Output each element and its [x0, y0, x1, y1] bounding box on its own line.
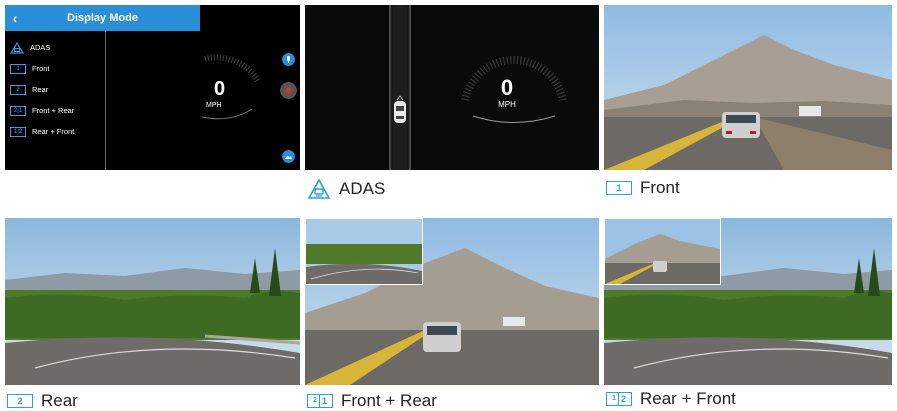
rear-front-mode-icon: 12 — [606, 392, 632, 406]
back-chevron-icon[interactable]: ‹ — [5, 10, 25, 26]
rear-mode-icon: 2 — [7, 394, 33, 408]
front-view-image — [604, 5, 892, 170]
caption-front-label: Front — [640, 178, 680, 197]
display-mode-header: ‹ Display Mode — [5, 5, 200, 31]
menu-divider — [105, 31, 106, 170]
menu-item-label: ADAS — [30, 43, 51, 52]
caption-front: 1 Front — [606, 178, 680, 198]
rear-mode-icon: 2 — [10, 84, 26, 95]
caption-rear-front: 12 Rear + Front — [606, 389, 736, 409]
menu-item-label: Front + Rear — [32, 106, 75, 115]
caption-adas: ADAS — [307, 178, 385, 200]
adas-speed-unit: MPH — [498, 100, 516, 109]
menu-item-label: Rear + Front — [32, 127, 75, 136]
caption-rear-front-label: Rear + Front — [640, 389, 736, 408]
front-mode-icon: 1 — [10, 63, 26, 74]
pip-rear-view-image — [305, 218, 423, 285]
gallery-icon[interactable] — [282, 150, 295, 163]
front-mode-icon: 1 — [606, 181, 632, 195]
adas-speed-value: 0 — [501, 75, 513, 100]
microphone-icon[interactable] — [282, 53, 295, 66]
front-rear-mode-icon: 2|1 — [10, 105, 26, 116]
front-rear-mode-icon: 21 — [307, 394, 333, 408]
menu-item-label: Front — [32, 64, 50, 73]
speed-value: 0 — [214, 78, 225, 100]
menu-item-front-rear[interactable]: 2|1 Front + Rear — [10, 100, 105, 121]
adas-icon — [10, 41, 24, 54]
rear-view-image — [5, 218, 300, 385]
menu-item-adas[interactable]: ADAS — [10, 37, 105, 58]
menu-item-front[interactable]: 1 Front — [10, 58, 105, 79]
menu-item-label: Rear — [32, 85, 49, 94]
menu-item-rear[interactable]: 2 Rear — [10, 79, 105, 100]
record-icon[interactable] — [280, 82, 297, 99]
caption-adas-label: ADAS — [339, 179, 386, 198]
adas-screen: 0 MPH — [305, 5, 599, 170]
caption-front-rear-label: Front + Rear — [341, 391, 437, 410]
adas-icon — [307, 178, 331, 199]
speedometer: 0 MPH — [201, 54, 260, 120]
caption-rear-label: Rear — [41, 391, 78, 410]
display-mode-screen: ‹ Display Mode ADAS 1 Front 2 Rear 2|1 F… — [5, 5, 300, 170]
speed-unit: MPH — [206, 102, 222, 109]
rear-front-mode-icon: 1|2 — [10, 126, 26, 137]
caption-rear: 2 Rear — [7, 391, 78, 411]
caption-front-rear: 21 Front + Rear — [307, 391, 437, 411]
display-mode-title: Display Mode — [67, 12, 138, 24]
display-mode-menu: ADAS 1 Front 2 Rear 2|1 Front + Rear 1|2… — [10, 37, 105, 142]
pip-front-view-image — [604, 218, 721, 285]
menu-item-rear-front[interactable]: 1|2 Rear + Front — [10, 121, 105, 142]
